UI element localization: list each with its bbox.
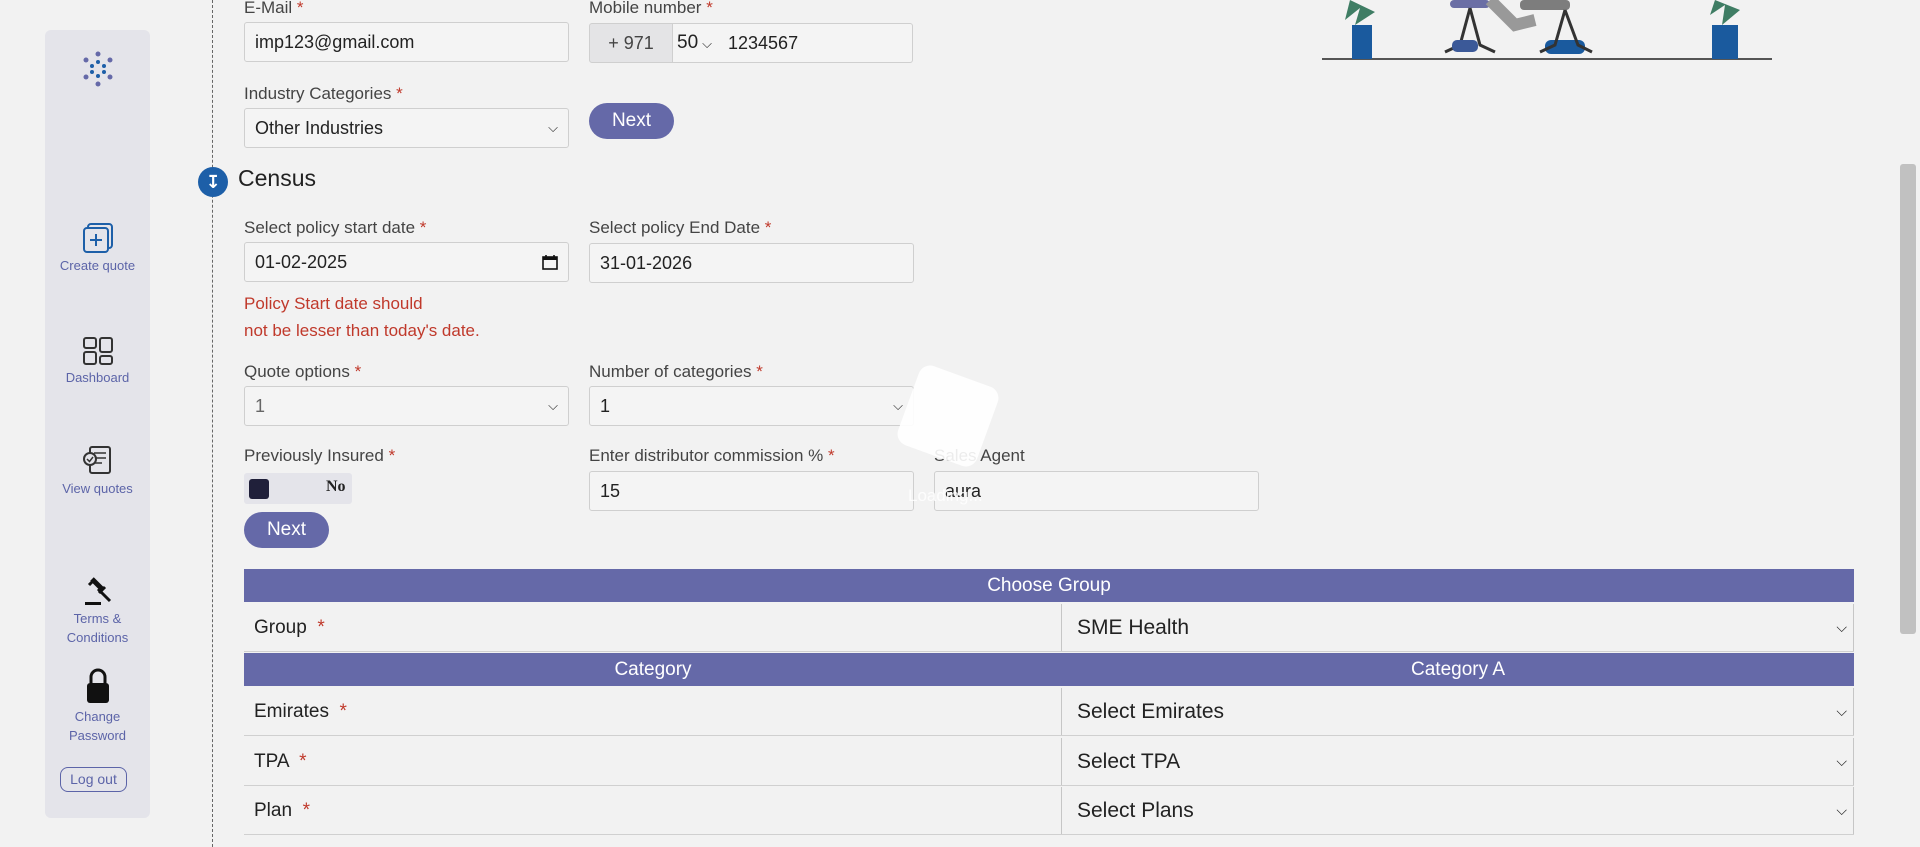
office-illustration — [1322, 0, 1772, 60]
toggle-text: No — [326, 478, 346, 495]
plan-select[interactable]: Select Plans ⌵ — [1061, 787, 1854, 834]
chevron-down-icon: ⌵ — [1836, 753, 1847, 769]
census-next-button[interactable]: Next — [244, 512, 329, 548]
chevron-down-icon: ⌵ — [548, 120, 558, 135]
sidebar-item-label: Create quote — [59, 258, 136, 273]
sidebar-item-label: Change Password — [68, 709, 127, 743]
category-a-col-header: Category A — [1062, 653, 1854, 686]
prev-insured-toggle[interactable]: No — [244, 473, 352, 504]
census-title: Census — [238, 165, 316, 191]
loading-text: Loading... — [908, 486, 983, 505]
mobile-prefix-select[interactable]: 50 ⌵ — [673, 23, 719, 63]
group-label: Group — [254, 617, 307, 638]
chevron-down-icon: ⌵ — [548, 398, 558, 413]
quote-options-select[interactable]: 1 ⌵ — [244, 386, 569, 426]
mobile-label: Mobile number * — [589, 0, 713, 17]
end-date-label: Select policy End Date * — [589, 218, 772, 237]
document-check-icon — [82, 446, 111, 474]
prev-insured-label: Previously Insured * — [244, 446, 396, 465]
tpa-select[interactable]: Select TPA ⌵ — [1061, 738, 1854, 785]
email-label: E-Mail * — [244, 0, 304, 17]
category-col-header: Category — [244, 653, 1062, 686]
sidebar: Create quote Dashboard View quotes Terms… — [45, 30, 150, 818]
calendar-icon[interactable] — [542, 254, 558, 270]
choose-group-header: Choose Group — [244, 569, 1854, 602]
plan-label: Plan — [254, 800, 293, 821]
logout-button[interactable]: Log out — [60, 767, 127, 792]
chevron-down-icon: ⌵ — [1836, 703, 1847, 719]
toggle-knob — [249, 479, 269, 499]
table-row-group: Group * SME Health ⌵ — [244, 603, 1854, 652]
start-date-error: Policy Start date should not be lesser t… — [244, 294, 480, 340]
industry-select[interactable]: Other Industries ⌵ — [244, 108, 569, 148]
table-row: Emirates * Select Emirates ⌵ — [244, 687, 1854, 736]
census-step-icon: ↧ — [198, 167, 228, 197]
app-logo-icon[interactable] — [79, 50, 117, 88]
industry-label: Industry Categories * — [244, 84, 403, 103]
email-field[interactable]: imp123@gmail.com — [244, 22, 569, 62]
contact-next-button[interactable]: Next — [589, 103, 674, 139]
sidebar-item-label: Dashboard — [65, 370, 130, 385]
dashboard-icon — [82, 337, 113, 365]
lock-icon — [86, 668, 109, 703]
sidebar-item-terms[interactable]: Terms & Conditions — [45, 575, 150, 647]
table-row: Plan * Select Plans ⌵ — [244, 786, 1854, 835]
quote-options-label: Quote options * — [244, 362, 362, 381]
emirates-label: Emirates — [254, 701, 329, 722]
tpa-label: TPA — [254, 751, 289, 772]
sidebar-item-label: Terms & Conditions — [66, 611, 129, 645]
page-scrollbar[interactable] — [1900, 164, 1916, 634]
chevron-down-icon: ⌵ — [1836, 619, 1847, 635]
num-categories-select[interactable]: 1 ⌵ — [589, 386, 914, 426]
emirates-select[interactable]: Select Emirates ⌵ — [1061, 688, 1854, 735]
start-date-input[interactable]: 01-02-2025 — [244, 242, 569, 282]
sidebar-item-label: View quotes — [62, 481, 133, 496]
group-select[interactable]: SME Health ⌵ — [1061, 604, 1854, 651]
commission-label: Enter distributor commission % * — [589, 446, 835, 465]
commission-input[interactable]: 15 — [589, 471, 914, 511]
plus-square-icon — [82, 223, 113, 253]
sales-agent-input[interactable]: aura — [934, 471, 1259, 511]
gavel-icon — [84, 577, 111, 605]
sidebar-item-dashboard[interactable]: Dashboard — [45, 336, 150, 387]
table-row: TPA * Select TPA ⌵ — [244, 737, 1854, 786]
start-date-label: Select policy start date * — [244, 218, 427, 237]
sidebar-item-change-password[interactable]: Change Password — [45, 667, 150, 745]
country-code: + 971 — [589, 23, 673, 63]
end-date-field[interactable]: 31-01-2026 — [589, 243, 914, 283]
num-categories-label: Number of categories * — [589, 362, 763, 381]
sidebar-item-view-quotes[interactable]: View quotes — [45, 445, 150, 498]
chevron-down-icon: ⌵ — [1836, 802, 1847, 818]
step-timeline — [212, 0, 213, 847]
sidebar-item-create-quote[interactable]: Create quote — [45, 222, 150, 275]
chevron-down-icon: ⌵ — [702, 36, 712, 51]
